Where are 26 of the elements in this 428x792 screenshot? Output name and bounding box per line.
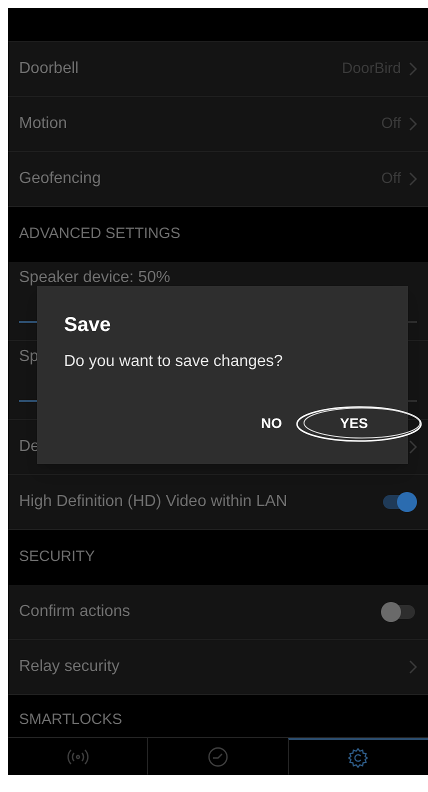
chevron-icon [409, 62, 417, 76]
section-header: SECURITY [19, 547, 95, 568]
settings-row[interactable]: Confirm actions [8, 585, 428, 640]
dialog-message: Do you want to save changes? [64, 352, 283, 372]
toggle-switch[interactable] [381, 492, 417, 512]
no-button[interactable]: NO [245, 409, 298, 438]
row-label: Relay security [19, 657, 120, 677]
row-label: Confirm actions [19, 602, 130, 622]
chevron-icon [409, 660, 417, 674]
row-label: High Definition (HD) Video within LAN [19, 492, 288, 512]
toggle-switch[interactable] [381, 602, 417, 622]
row-label: Motion [19, 114, 68, 134]
section-header: ADVANCED SETTINGS [19, 224, 180, 244]
row-label: Doorbell [19, 59, 79, 79]
clock-icon [206, 746, 229, 768]
settings-row[interactable]: Relay security [8, 640, 428, 695]
dialog-title: Save [64, 313, 111, 338]
chevron-icon [409, 117, 417, 131]
settings-icon [347, 746, 370, 768]
settings-row[interactable]: High Definition (HD) Video within LAN [8, 475, 428, 530]
chevron-icon [409, 172, 417, 186]
row-label: Sp [19, 347, 39, 367]
row-label: Geofencing [19, 169, 101, 189]
nav-tab[interactable] [288, 738, 428, 775]
section-header: SMARTLOCKS [19, 710, 122, 730]
row-label: Speaker device: 50% [19, 268, 170, 288]
